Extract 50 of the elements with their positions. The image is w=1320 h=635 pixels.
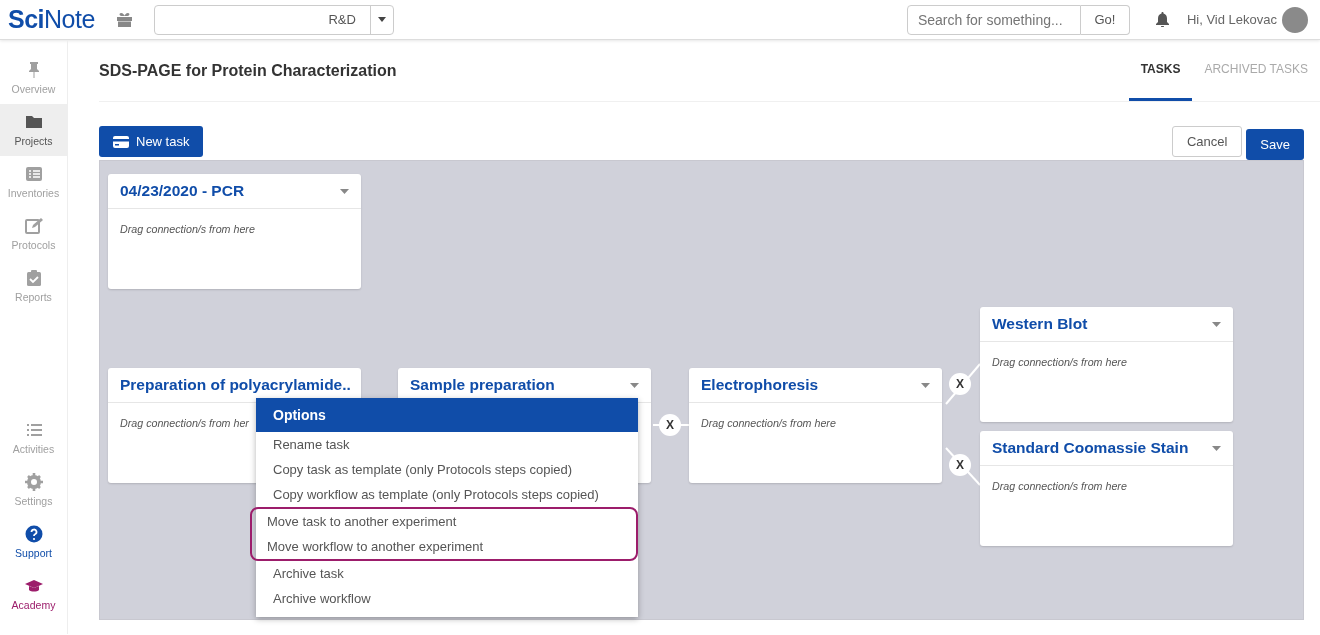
drag-hint: Drag connection/s from here [992,480,1127,492]
scinote-logo[interactable]: SciNote [8,5,95,34]
sidebar-item[interactable]: Projects [0,104,67,156]
team-select[interactable]: R&D [153,4,394,35]
new-task-button[interactable]: New task [99,126,204,157]
list-icon [24,165,43,183]
menu-item[interactable]: Copy workflow as template (only Protocols steps copied) [256,482,638,507]
remove-connection-button[interactable]: X [949,373,971,395]
cancel-button[interactable]: Cancel [1171,126,1243,157]
search-field[interactable]: Search for something... [906,4,1081,35]
task-title[interactable]: Standard Coomassie Stain [992,439,1212,457]
help-icon [24,525,43,543]
card-icon [113,135,129,148]
remove-connection-button[interactable]: X [659,414,681,436]
save-button[interactable]: Save [1246,129,1304,160]
sidebar-item[interactable]: Academy [0,568,67,620]
drag-hint: Drag connection/s from her [120,417,249,429]
edit-icon [24,217,43,235]
menu-header: Options [256,398,638,432]
task-card[interactable]: 04/23/2020 - PCR Drag connection/s from here [108,174,361,289]
clipboard-icon [24,269,43,287]
task-title[interactable]: Western Blot [992,315,1212,333]
list-icon [24,421,43,439]
gear-icon [24,473,43,491]
menu-item[interactable]: Move task to another experiment [256,509,636,534]
task-title[interactable]: Sample preparation [410,376,630,394]
folder-icon [24,113,43,131]
tab[interactable]: TASKS [1128,40,1193,101]
user-greeting[interactable]: Hi, Vid Lekovac [1186,12,1277,27]
remove-connection-button[interactable]: X [949,454,971,476]
task-title[interactable]: Electrophoresis [701,376,921,394]
bell-icon[interactable] [1155,12,1169,27]
task-card[interactable]: Western Blot Drag connection/s from here [980,307,1233,422]
caret-icon[interactable] [377,17,386,22]
drag-hint: Drag connection/s from here [701,417,836,429]
go-button[interactable]: Go! [1080,4,1130,35]
gift-icon[interactable] [116,12,132,27]
task-card[interactable]: Electrophoresis Drag connection/s from here [689,368,942,483]
menu-item[interactable]: Move workflow to another experiment [256,534,636,559]
task-title[interactable]: 04/23/2020 - PCR [120,182,340,200]
menu-item[interactable]: Archive task [256,561,638,586]
drag-hint: Drag connection/s from here [120,223,255,235]
menu-item[interactable]: Archive workflow [256,586,638,611]
connector-line [945,363,981,405]
drag-hint: Drag connection/s from here [992,356,1127,368]
task-card[interactable]: Standard Coomassie Stain Drag connection/s from here [980,431,1233,546]
avatar[interactable] [1282,6,1308,33]
task-title[interactable]: Preparation of polyacrylamide.. [120,376,351,394]
sidebar-item[interactable]: Support [0,516,67,568]
page-title: SDS-PAGE for Protein Characterization [99,61,398,80]
